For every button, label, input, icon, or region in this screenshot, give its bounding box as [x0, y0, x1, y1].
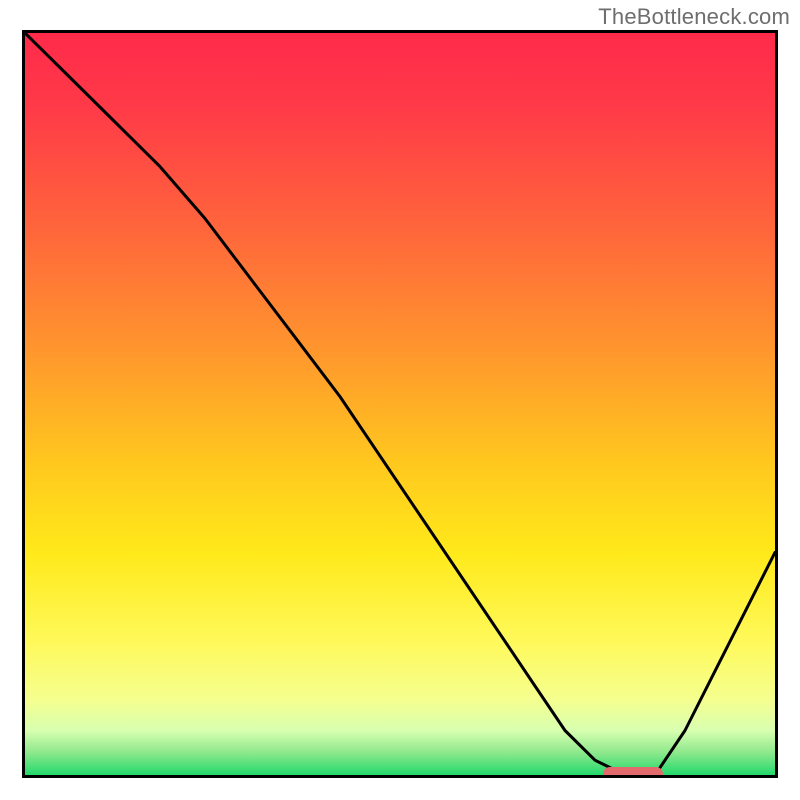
watermark-text: TheBottleneck.com — [598, 4, 790, 30]
chart-plot-area — [22, 30, 778, 778]
curve-path — [25, 33, 775, 775]
bottleneck-curve — [25, 33, 775, 775]
optimal-marker — [603, 767, 663, 778]
